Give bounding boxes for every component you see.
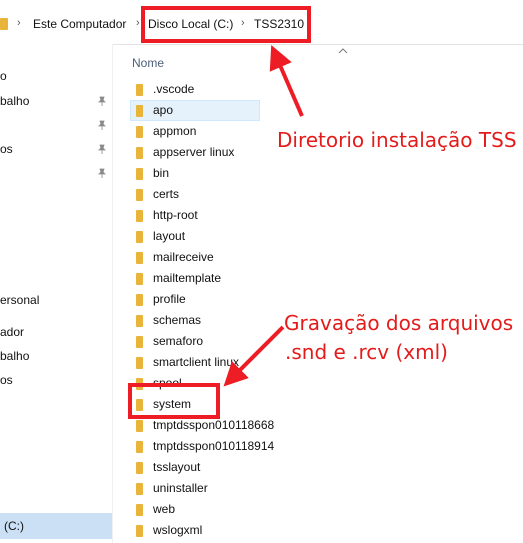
breadcrumb-este-computador[interactable]: Este Computador: [33, 17, 126, 31]
folder-row[interactable]: .vscode: [130, 79, 430, 100]
folder-icon: [136, 126, 143, 138]
recording-annotation-line1: Gravação dos arquivos: [284, 311, 514, 335]
folder-row[interactable]: apo: [130, 100, 430, 121]
column-header-name[interactable]: Nome: [132, 56, 164, 70]
folder-row[interactable]: web: [130, 499, 430, 520]
folder-icon: [136, 441, 143, 453]
folder-icon: [136, 483, 143, 495]
nav-item[interactable]: os: [0, 373, 13, 387]
folder-name: tmptdsspon010118668: [153, 418, 275, 432]
folder-name: wslogxml: [153, 523, 203, 537]
pin-icon[interactable]: [97, 168, 107, 178]
folder-name: mailtemplate: [153, 271, 222, 285]
folder-row[interactable]: tmptdsspon010118914: [130, 436, 430, 457]
folder-name: tsslayout: [153, 460, 201, 474]
sort-ascending-icon[interactable]: [338, 48, 348, 54]
folder-icon: [136, 273, 143, 285]
folder-row[interactable]: layout: [130, 226, 430, 247]
folder-icon: [136, 336, 143, 348]
folder-name: appmon: [153, 124, 197, 138]
folder-name: .vscode: [153, 82, 195, 96]
folder-row[interactable]: uninstaller: [130, 478, 430, 499]
folder-icon: [136, 525, 143, 537]
folder-name: mailreceive: [153, 250, 214, 264]
folder-icon: [136, 168, 143, 180]
nav-item[interactable]: balho: [0, 349, 29, 363]
pin-icon[interactable]: [97, 144, 107, 154]
chevron-right-icon[interactable]: ›: [17, 17, 21, 29]
folder-row[interactable]: bin: [130, 163, 430, 184]
pin-icon[interactable]: [97, 96, 107, 106]
folder-icon: [136, 294, 143, 306]
folder-icon: [136, 147, 143, 159]
folder-icon: [0, 18, 8, 30]
nav-item[interactable]: os: [0, 142, 13, 156]
folder-icon: [136, 231, 143, 243]
nav-item[interactable]: ador: [0, 325, 24, 339]
nav-item-drive-c[interactable]: (C:): [4, 519, 24, 533]
folder-row[interactable]: tsslayout: [130, 457, 430, 478]
folder-name: uninstaller: [153, 481, 208, 495]
folder-name: profile: [153, 292, 186, 306]
nav-item[interactable]: ersonal: [0, 293, 39, 307]
folder-icon: [136, 357, 143, 369]
folder-row[interactable]: mailreceive: [130, 247, 430, 268]
folder-row[interactable]: mailtemplate: [130, 268, 430, 289]
nav-item[interactable]: o: [0, 69, 7, 83]
recording-annotation-line2: .snd e .rcv (xml): [285, 340, 448, 364]
folder-icon: [136, 84, 143, 96]
folder-icon: [136, 105, 143, 117]
folder-name: layout: [153, 229, 186, 243]
folder-name: appserver linux: [153, 145, 235, 159]
folder-icon: [136, 462, 143, 474]
system-folder-highlight-box: [128, 383, 220, 419]
row-highlight: [130, 100, 260, 121]
file-explorer-window: › Este Computador › Disco Local (C:) › T…: [0, 0, 523, 543]
file-list-pane: Nome .vscode apo appmon appserver linux bin c…: [112, 44, 523, 543]
folder-name: semaforo: [153, 334, 204, 348]
folder-name: smartclient linux: [153, 355, 240, 369]
chevron-right-icon[interactable]: ›: [136, 17, 140, 29]
install-dir-highlight-box: [141, 6, 311, 43]
folder-name: certs: [153, 187, 180, 201]
nav-item[interactable]: balho: [0, 94, 29, 108]
folder-icon: [136, 189, 143, 201]
navigation-pane: o balho os ersonal ador balho os (C:): [0, 44, 113, 543]
folder-icon: [136, 315, 143, 327]
folder-row[interactable]: certs: [130, 184, 430, 205]
folder-row[interactable]: wslogxml: [130, 520, 430, 541]
folder-row[interactable]: profile: [130, 289, 430, 310]
folder-name: tmptdsspon010118914: [153, 439, 275, 453]
folder-name: schemas: [153, 313, 202, 327]
install-dir-annotation: Diretorio instalação TSS: [277, 128, 517, 152]
folder-name: bin: [153, 166, 170, 180]
folder-name: web: [153, 502, 176, 516]
folder-row[interactable]: http-root: [130, 205, 430, 226]
folder-icon: [136, 252, 143, 264]
folder-icon: [136, 420, 143, 432]
folder-icon: [136, 504, 143, 516]
folder-name: http-root: [153, 208, 198, 222]
folder-name: apo: [153, 103, 174, 117]
folder-icon: [136, 210, 143, 222]
pin-icon[interactable]: [97, 120, 107, 130]
